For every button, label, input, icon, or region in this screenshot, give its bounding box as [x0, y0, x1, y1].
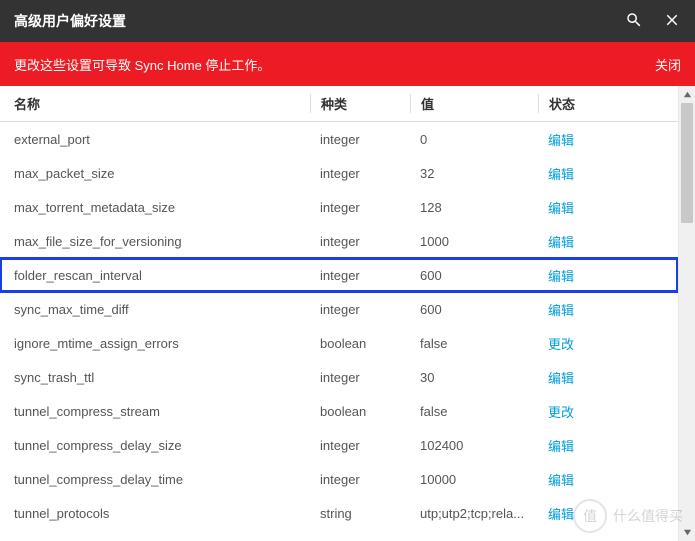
table-row: sync_trash_ttlinteger30 编辑 [0, 360, 678, 394]
cell-status: 编辑 [538, 470, 678, 489]
cell-value: false [410, 336, 538, 351]
edit-link[interactable]: 编辑 [548, 235, 574, 250]
table-row: ignore_mtime_assign_errorsbooleanfalse 更改 [0, 326, 678, 360]
cell-type: integer [310, 370, 410, 385]
scrollbar-track[interactable] [679, 103, 695, 524]
cell-value: 600 [410, 302, 538, 317]
scrollbar-thumb[interactable] [681, 103, 693, 223]
edit-link[interactable]: 编辑 [548, 371, 574, 386]
cell-value: false [410, 404, 538, 419]
table-row: tunnel_compress_delay_sizeinteger102400 编… [0, 428, 678, 462]
cell-name: external_port [0, 132, 310, 147]
cell-status: 编辑 [538, 504, 678, 523]
table-row: tunnel_protocolsstringutp;utp2;tcp;rela.… [0, 496, 678, 530]
cell-status: 编辑 [538, 232, 678, 251]
edit-link[interactable]: 编辑 [548, 201, 574, 216]
cell-value: 102400 [410, 438, 538, 453]
cell-name: sync_trash_ttl [0, 370, 310, 385]
search-icon[interactable] [625, 11, 643, 32]
vertical-scrollbar[interactable] [678, 86, 695, 541]
cell-type: boolean [310, 404, 410, 419]
cell-status: 编辑 [538, 130, 678, 149]
close-icon[interactable] [663, 11, 681, 32]
scroll-down-button[interactable] [679, 524, 695, 541]
change-link[interactable]: 更改 [548, 337, 574, 352]
table-row: max_torrent_metadata_sizeinteger128 编辑 [0, 190, 678, 224]
header-name: 名称 [0, 94, 310, 113]
cell-name: max_packet_size [0, 166, 310, 181]
cell-type: integer [310, 166, 410, 181]
table-header-row: 名称 种类 值 状态 [0, 86, 678, 122]
table-body: external_portinteger0编辑max_packet_sizein… [0, 122, 678, 530]
warning-close-button[interactable]: 关闭 [655, 55, 681, 74]
cell-name: tunnel_protocols [0, 506, 310, 521]
change-link[interactable]: 更改 [548, 405, 574, 420]
titlebar: 高级用户偏好设置 [0, 0, 695, 42]
cell-type: integer [310, 302, 410, 317]
cell-name: sync_max_time_diff [0, 302, 310, 317]
cell-name: tunnel_compress_delay_size [0, 438, 310, 453]
edit-link[interactable]: 编辑 [548, 507, 574, 522]
cell-status: 编辑 [538, 164, 678, 183]
cell-value: 128 [410, 200, 538, 215]
table-row: sync_max_time_diffinteger600 编辑 [0, 292, 678, 326]
edit-link[interactable]: 编辑 [548, 473, 574, 488]
cell-value: utp;utp2;tcp;rela... [410, 506, 538, 521]
cell-status: 编辑 [538, 300, 678, 319]
cell-type: integer [310, 132, 410, 147]
edit-link[interactable]: 编辑 [548, 133, 574, 148]
titlebar-actions [625, 11, 681, 32]
header-status: 状态 [538, 94, 678, 113]
cell-status: 编辑 [538, 266, 678, 285]
cell-name: folder_rescan_interval [0, 268, 310, 283]
cell-status: 更改 [538, 334, 678, 353]
cell-value: 0 [410, 132, 538, 147]
cell-status: 编辑 [538, 368, 678, 387]
cell-value: 30 [410, 370, 538, 385]
cell-status: 更改 [538, 402, 678, 421]
edit-link[interactable]: 编辑 [548, 269, 574, 284]
cell-type: integer [310, 234, 410, 249]
scroll-up-button[interactable] [679, 86, 695, 103]
warning-text: 更改这些设置可导致 Sync Home 停止工作。 [14, 55, 655, 74]
cell-value: 32 [410, 166, 538, 181]
table-row: tunnel_compress_delay_timeinteger10000 编辑 [0, 462, 678, 496]
cell-type: integer [310, 200, 410, 215]
cell-value: 600 [410, 268, 538, 283]
table-row: max_packet_sizeinteger32 编辑 [0, 156, 678, 190]
header-value: 值 [410, 94, 538, 113]
cell-status: 编辑 [538, 436, 678, 455]
edit-link[interactable]: 编辑 [548, 439, 574, 454]
cell-value: 1000 [410, 234, 538, 249]
cell-type: integer [310, 268, 410, 283]
cell-name: max_torrent_metadata_size [0, 200, 310, 215]
header-type: 种类 [310, 94, 410, 113]
table-row: external_portinteger0 编辑 [0, 122, 678, 156]
cell-status: 编辑 [538, 198, 678, 217]
table-row: tunnel_compress_streambooleanfalse 更改 [0, 394, 678, 428]
edit-link[interactable]: 编辑 [548, 303, 574, 318]
cell-type: integer [310, 472, 410, 487]
edit-link[interactable]: 编辑 [548, 167, 574, 182]
cell-name: tunnel_compress_stream [0, 404, 310, 419]
table-row: max_file_size_for_versioninginteger1000 编… [0, 224, 678, 258]
cell-name: max_file_size_for_versioning [0, 234, 310, 249]
warning-banner: 更改这些设置可导致 Sync Home 停止工作。 关闭 [0, 42, 695, 86]
cell-name: tunnel_compress_delay_time [0, 472, 310, 487]
content-area: 名称 种类 值 状态 external_portinteger0编辑max_pa… [0, 86, 695, 541]
table-row: folder_rescan_intervalinteger600 编辑 [0, 258, 678, 292]
cell-value: 10000 [410, 472, 538, 487]
page-title: 高级用户偏好设置 [14, 11, 625, 31]
cell-type: integer [310, 438, 410, 453]
cell-name: ignore_mtime_assign_errors [0, 336, 310, 351]
cell-type: string [310, 506, 410, 521]
cell-type: boolean [310, 336, 410, 351]
settings-table: 名称 种类 值 状态 external_portinteger0编辑max_pa… [0, 86, 678, 541]
